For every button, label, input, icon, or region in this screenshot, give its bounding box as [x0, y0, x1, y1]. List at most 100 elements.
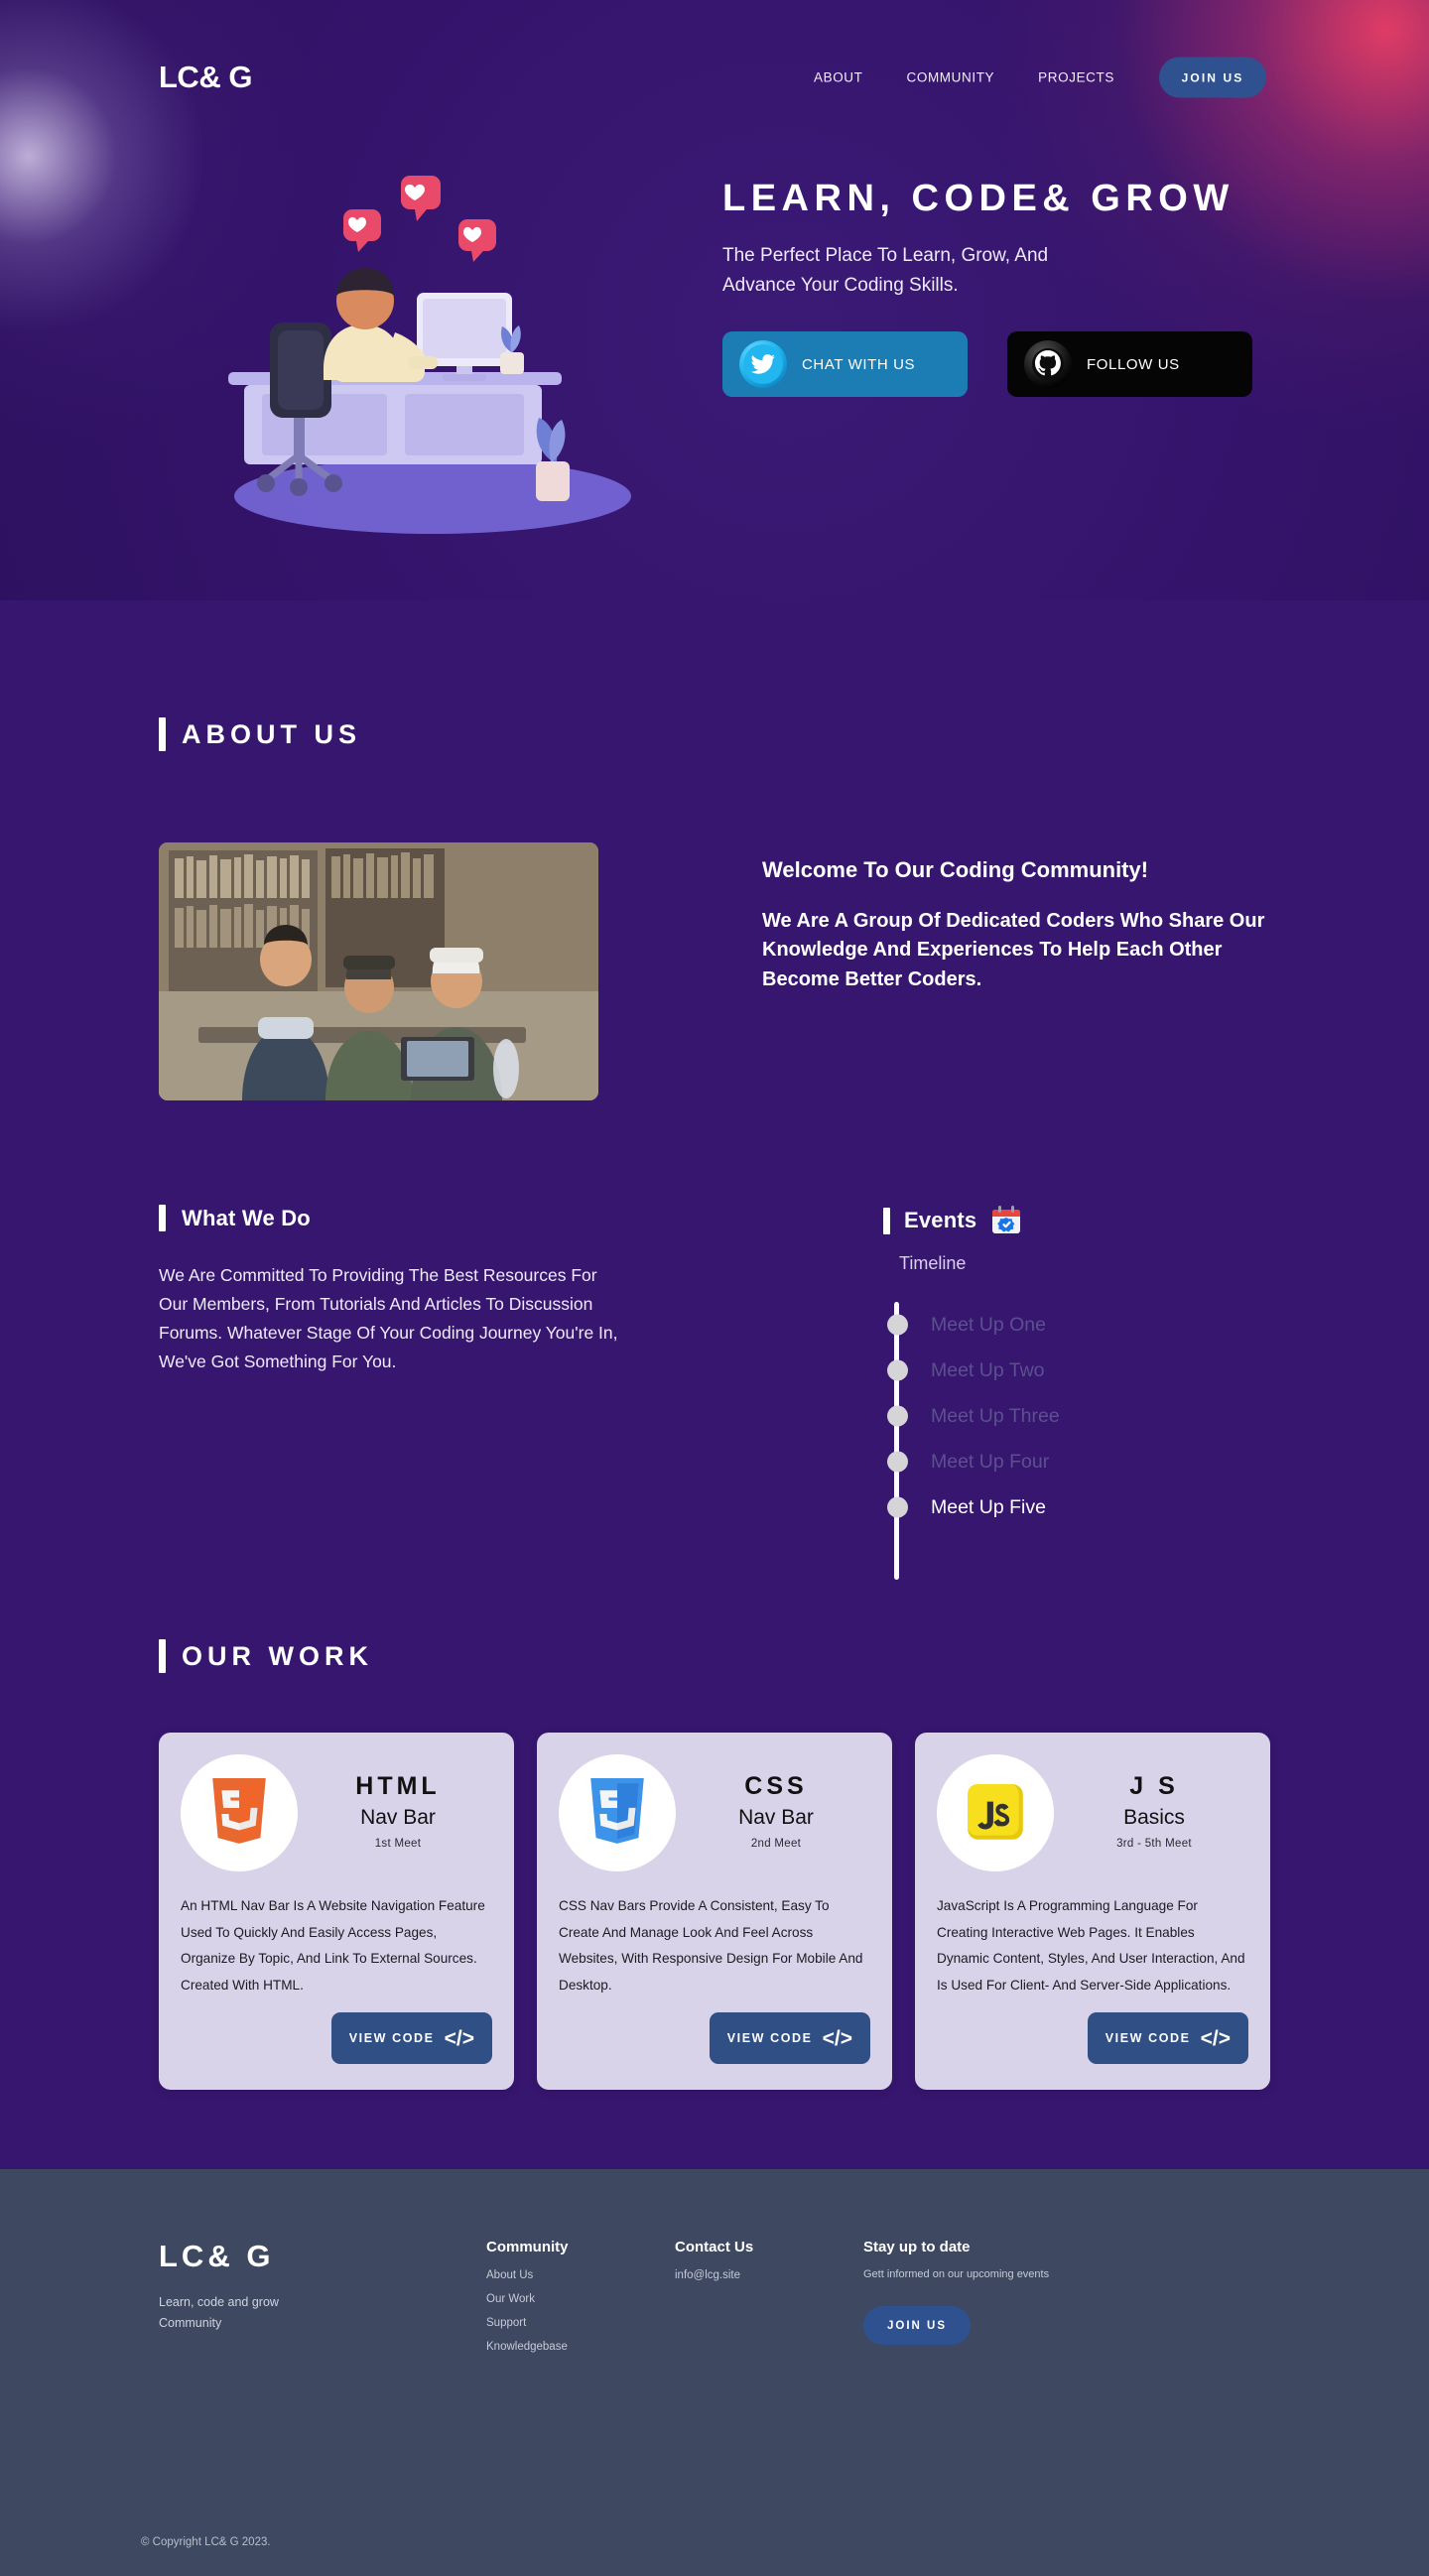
- chat-with-us-label: CHAT WITH US: [802, 355, 916, 373]
- timeline-item-label: Meet Up One: [931, 1313, 1046, 1336]
- footer-community-heading: Community: [486, 2239, 569, 2255]
- follow-us-button[interactable]: FOLLOW US: [1007, 331, 1252, 398]
- events-block: Events Timeline Meet Up One Meet Up Two …: [883, 1205, 1270, 1580]
- follow-us-label: FOLLOW US: [1087, 355, 1180, 373]
- join-us-button-footer[interactable]: JOIN US: [863, 2306, 971, 2345]
- footer-link-support[interactable]: Support: [486, 2317, 675, 2329]
- timeline-item[interactable]: Meet Up Five: [887, 1484, 1270, 1530]
- events-heading: Events: [883, 1205, 1270, 1236]
- nav-item-about[interactable]: ABOUT: [814, 70, 863, 85]
- project-description: An HTML Nav Bar Is A Website Navigation …: [181, 1898, 485, 1993]
- html5-icon: [181, 1754, 298, 1871]
- about-title: ABOUT US: [182, 718, 361, 749]
- timeline-dot: [887, 1496, 908, 1518]
- view-code-button[interactable]: VIEW CODE </>: [1087, 2012, 1248, 2064]
- footer-community-column: Community About Us Our Work Support Know…: [486, 2239, 675, 2353]
- nav-item-community[interactable]: COMMUNITY: [907, 70, 995, 85]
- footer-tagline-line2: Community: [159, 2316, 222, 2331]
- what-we-do-title: What We Do: [182, 1205, 311, 1230]
- hero-illustration: [167, 174, 683, 551]
- project-subtitle: Nav Bar: [360, 1806, 436, 1829]
- timeline-item-label: Meet Up Three: [931, 1404, 1060, 1427]
- timeline-item[interactable]: Meet Up Two: [887, 1348, 1270, 1393]
- footer-tagline-line1: Learn, code and grow: [159, 2295, 279, 2309]
- site-logo[interactable]: LC& G: [159, 60, 252, 95]
- our-work-heading: OUR WORK: [159, 1639, 1270, 1673]
- footer-stay-heading: Stay up to date: [863, 2239, 971, 2255]
- footer-logo[interactable]: LC& G: [159, 2239, 486, 2274]
- project-subtitle: Basics: [1123, 1806, 1185, 1829]
- view-code-label: VIEW CODE: [726, 2031, 813, 2045]
- about-section-heading: ABOUT US: [159, 717, 1270, 751]
- timeline-item-label: Meet Up Four: [931, 1450, 1050, 1473]
- project-title: CSS: [744, 1772, 808, 1800]
- site-footer: LC& G Learn, code and grow Community Com…: [0, 2169, 1429, 2576]
- what-we-do-body: We Are Committed To Providing The Best R…: [159, 1265, 618, 1372]
- timeline-item[interactable]: Meet Up Three: [887, 1393, 1270, 1439]
- our-work-title: OUR WORK: [182, 1640, 373, 1671]
- what-we-do-heading: What We Do: [159, 1205, 625, 1231]
- nav-item-projects[interactable]: PROJECTS: [1038, 70, 1114, 85]
- copyright-text: © Copyright LC& G 2023.: [141, 2536, 271, 2548]
- js-icon: [937, 1754, 1054, 1871]
- hero-title: LEARN, CODE& GROW: [722, 178, 1234, 219]
- footer-link-about-us[interactable]: About Us: [486, 2269, 675, 2281]
- timeline-label: Timeline: [899, 1253, 967, 1273]
- accent-bar: [883, 1207, 890, 1234]
- project-meet: 3rd - 5th Meet: [1116, 1838, 1192, 1850]
- hero-cta-group: CHAT WITH US FOLLOW US: [722, 331, 1318, 398]
- join-us-button-header[interactable]: JOIN US: [1159, 57, 1266, 98]
- timeline-dot: [887, 1451, 908, 1473]
- main-nav: ABOUT COMMUNITY PROJECTS: [814, 70, 1114, 85]
- footer-link-knowledgebase[interactable]: Knowledgebase: [486, 2341, 675, 2353]
- code-brackets-icon: </>: [1200, 2026, 1231, 2050]
- hero-copy: LEARN, CODE& GROW The Perfect Place To L…: [722, 174, 1318, 398]
- footer-contact-heading: Contact Us: [675, 2239, 754, 2255]
- project-card-html: HTML Nav Bar 1st Meet An HTML Nav Bar Is…: [159, 1733, 514, 2090]
- code-brackets-icon: </>: [822, 2026, 852, 2050]
- project-title: J S: [1129, 1772, 1179, 1800]
- footer-tagline: Learn, code and grow Community: [159, 2292, 486, 2335]
- project-description: CSS Nav Bars Provide A Consistent, Easy …: [559, 1898, 863, 1993]
- about-section: ABOUT US Welcome To Our Coding Community…: [0, 600, 1429, 1580]
- footer-stay-note: Gett informed on our upcoming events: [863, 2268, 1050, 2280]
- project-title: HTML: [355, 1772, 441, 1800]
- github-icon: [1023, 339, 1073, 389]
- view-code-button[interactable]: VIEW CODE </>: [330, 2012, 492, 2064]
- view-code-label: VIEW CODE: [348, 2031, 435, 2045]
- view-code-label: VIEW CODE: [1104, 2031, 1191, 2045]
- timeline-item-label: Meet Up Two: [931, 1358, 1045, 1381]
- footer-link-our-work[interactable]: Our Work: [486, 2293, 675, 2305]
- twitter-icon: [738, 339, 788, 389]
- project-card-js: J S Basics 3rd - 5th Meet JavaScript Is …: [915, 1733, 1270, 2090]
- timeline-dot: [887, 1405, 908, 1427]
- code-brackets-icon: </>: [444, 2026, 474, 2050]
- project-card-list: HTML Nav Bar 1st Meet An HTML Nav Bar Is…: [159, 1733, 1270, 2090]
- events-title: Events: [904, 1208, 977, 1232]
- about-photo: [159, 842, 598, 1100]
- project-meet: 2nd Meet: [750, 1838, 802, 1850]
- footer-contact-email[interactable]: info@lcg.site: [675, 2269, 863, 2281]
- footer-newsletter-column: Stay up to date Gett informed on our upc…: [863, 2239, 1111, 2353]
- timeline-dot: [887, 1359, 908, 1381]
- about-paragraph: We Are A Group Of Dedicated Coders Who S…: [762, 910, 1265, 990]
- timeline-item[interactable]: Meet Up One: [887, 1302, 1270, 1348]
- accent-bar: [159, 1205, 166, 1231]
- project-card-css: CSS Nav Bar 2nd Meet CSS Nav Bars Provid…: [537, 1733, 892, 2090]
- chat-with-us-button[interactable]: CHAT WITH US: [722, 331, 968, 398]
- footer-contact-column: Contact Us info@lcg.site: [675, 2239, 863, 2353]
- css3-icon: [559, 1754, 676, 1871]
- timeline-line: [894, 1302, 899, 1580]
- timeline-dot: [887, 1314, 908, 1336]
- accent-bar: [159, 1639, 166, 1673]
- about-welcome-heading: Welcome To Our Coding Community!: [762, 857, 1149, 882]
- project-meet: 1st Meet: [374, 1838, 422, 1850]
- project-description: JavaScript Is A Programming Language For…: [937, 1898, 1245, 1993]
- events-timeline: Meet Up One Meet Up Two Meet Up Three Me…: [887, 1302, 1270, 1580]
- hero-subtitle: The Perfect Place To Learn, Grow, And Ad…: [722, 245, 1049, 296]
- timeline-item[interactable]: Meet Up Four: [887, 1439, 1270, 1484]
- accent-bar: [159, 717, 166, 751]
- view-code-button[interactable]: VIEW CODE </>: [709, 2012, 870, 2064]
- landing-page: LC& G ABOUT COMMUNITY PROJECTS JOIN US L…: [0, 0, 1429, 2576]
- hero-section: LC& G ABOUT COMMUNITY PROJECTS JOIN US L…: [0, 0, 1429, 600]
